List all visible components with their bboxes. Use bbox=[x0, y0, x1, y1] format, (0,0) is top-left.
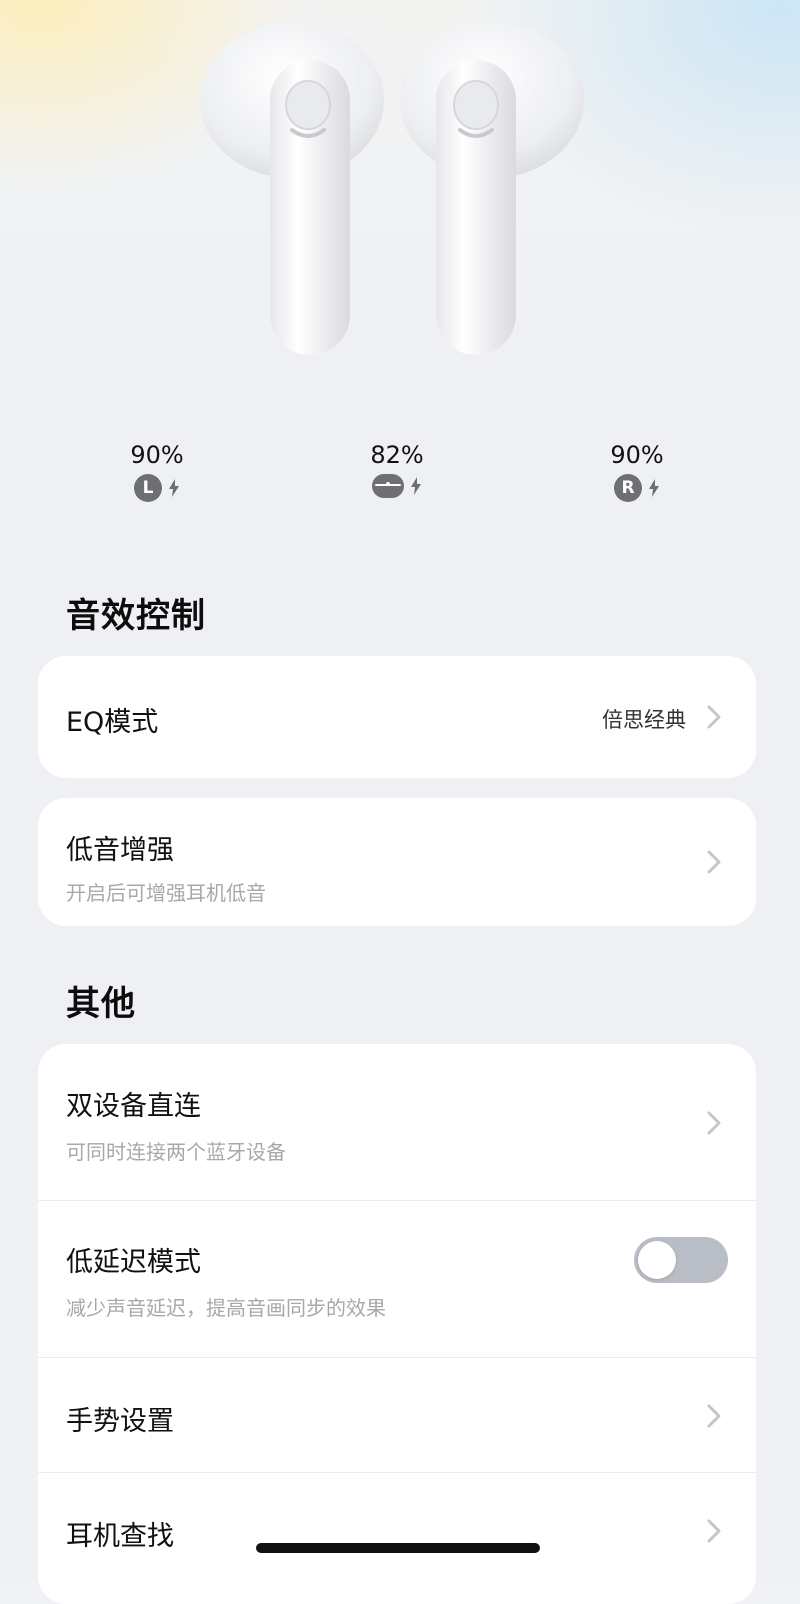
bass-boost-card[interactable]: 低音增强 开启后可增强耳机低音 bbox=[38, 798, 756, 926]
battery-right-percent: 90% bbox=[610, 441, 664, 469]
bass-boost-row[interactable]: 低音增强 开启后可增强耳机低音 bbox=[38, 798, 756, 926]
eq-mode-title: EQ模式 bbox=[66, 707, 159, 738]
battery-left-percent: 90% bbox=[130, 441, 184, 469]
low-latency-row[interactable]: 低延迟模式 减少声音延迟，提高音画同步的效果 bbox=[38, 1200, 756, 1357]
chevron-right-icon bbox=[707, 705, 721, 729]
charging-bolt-icon bbox=[169, 479, 179, 497]
right-earbud bbox=[400, 22, 584, 355]
eq-mode-card[interactable]: EQ模式 倍思经典 bbox=[38, 656, 756, 778]
chevron-right-icon bbox=[707, 1111, 721, 1135]
right-earbud-badge: R bbox=[614, 474, 642, 502]
chevron-right-icon bbox=[707, 850, 721, 874]
low-latency-toggle[interactable] bbox=[634, 1237, 728, 1283]
find-earbuds-title: 耳机查找 bbox=[66, 1521, 174, 1552]
bass-boost-title: 低音增强 bbox=[66, 835, 174, 866]
left-earbud bbox=[200, 22, 384, 355]
eq-mode-value: 倍思经典 bbox=[602, 708, 686, 732]
section-title-sound: 音效控制 bbox=[66, 596, 206, 636]
chevron-right-icon bbox=[707, 1519, 721, 1543]
gesture-settings-row[interactable]: 手势设置 bbox=[38, 1357, 756, 1472]
charging-bolt-icon bbox=[649, 479, 659, 497]
bass-boost-subtitle: 开启后可增强耳机低音 bbox=[66, 881, 266, 905]
battery-right: 90% R bbox=[577, 440, 697, 502]
charging-bolt-icon bbox=[411, 477, 421, 495]
section-title-other: 其他 bbox=[66, 984, 136, 1024]
left-earbud-badge: L bbox=[134, 474, 162, 502]
home-indicator[interactable] bbox=[256, 1543, 540, 1553]
battery-left: 90% L bbox=[97, 440, 217, 502]
low-latency-title: 低延迟模式 bbox=[66, 1247, 201, 1278]
dual-device-row[interactable]: 双设备直连 可同时连接两个蓝牙设备 bbox=[38, 1044, 756, 1200]
dual-device-title: 双设备直连 bbox=[66, 1091, 201, 1122]
charging-case-icon bbox=[372, 474, 404, 498]
gesture-settings-title: 手势设置 bbox=[66, 1406, 174, 1437]
battery-case: 82% bbox=[337, 440, 457, 498]
find-earbuds-row[interactable]: 耳机查找 bbox=[38, 1472, 756, 1604]
toggle-knob bbox=[638, 1241, 676, 1279]
battery-case-percent: 82% bbox=[370, 441, 424, 469]
low-latency-subtitle: 减少声音延迟，提高音画同步的效果 bbox=[66, 1296, 386, 1320]
other-settings-card: 双设备直连 可同时连接两个蓝牙设备 低延迟模式 减少声音延迟，提高音画同步的效果… bbox=[38, 1044, 756, 1604]
dual-device-subtitle: 可同时连接两个蓝牙设备 bbox=[66, 1140, 286, 1164]
chevron-right-icon bbox=[707, 1404, 721, 1428]
eq-mode-row[interactable]: EQ模式 倍思经典 bbox=[38, 656, 756, 778]
earbuds-illustration bbox=[200, 22, 584, 355]
